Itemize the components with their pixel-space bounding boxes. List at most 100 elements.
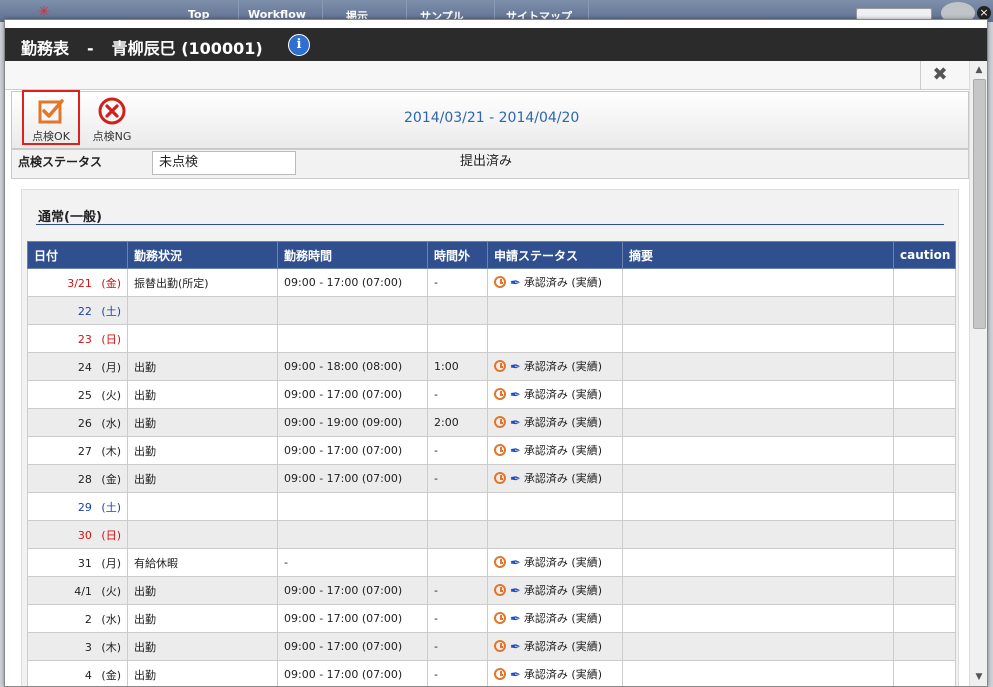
col-overtime[interactable]: 時間外 — [427, 241, 488, 269]
vertical-scrollbar[interactable]: ▲ ▼ — [969, 61, 987, 686]
overtime-cell: 2:00 — [427, 408, 488, 437]
col-date[interactable]: 日付 — [27, 241, 128, 269]
approval-pen-icon[interactable]: ✒ — [510, 556, 521, 571]
application-status-text: 承認済み (実績) — [523, 416, 602, 429]
clock-icon[interactable] — [494, 556, 506, 568]
date-weekday: (金) — [101, 472, 121, 486]
clock-icon[interactable] — [494, 584, 506, 596]
close-icon[interactable]: × — [977, 6, 991, 20]
scroll-thumb[interactable] — [973, 79, 986, 329]
clock-icon[interactable] — [494, 276, 506, 288]
approval-pen-icon[interactable]: ✒ — [510, 388, 521, 403]
remarks-cell — [622, 632, 894, 661]
table-row[interactable]: 23 (日) — [27, 324, 956, 353]
overtime-cell — [427, 520, 488, 549]
application-status-cell — [487, 324, 623, 353]
date-day: 3 — [84, 640, 92, 654]
clock-icon[interactable] — [494, 668, 506, 680]
col-application-status[interactable]: 申請ステータス — [487, 241, 623, 269]
approval-pen-icon[interactable]: ✒ — [510, 416, 521, 431]
scroll-up-icon[interactable]: ▲ — [973, 64, 985, 76]
date-weekday: (月) — [101, 556, 121, 570]
clock-icon[interactable] — [494, 388, 506, 400]
application-status-text: 承認済み (実績) — [523, 584, 602, 597]
table-row[interactable]: 28 (金) 出勤 09:00 - 17:00 (07:00) - ✒ 承認済み (実績) — [27, 464, 956, 493]
table-row[interactable]: 22 (土) — [27, 296, 956, 325]
col-work-time[interactable]: 勤務時間 — [277, 241, 428, 269]
application-status-cell: ✒ 承認済み (実績) — [487, 548, 623, 577]
section-divider — [36, 224, 944, 225]
clock-icon[interactable] — [494, 416, 506, 428]
overtime-cell: - — [427, 632, 488, 661]
approval-pen-icon[interactable]: ✒ — [510, 444, 521, 459]
date-cell: 24 (月) — [27, 352, 128, 381]
inspect-ng-button[interactable]: 点検NG — [82, 92, 142, 148]
date-cell: 4/1 (火) — [27, 576, 128, 605]
date-day: 25 — [77, 388, 92, 402]
date-weekday: (水) — [101, 416, 121, 430]
table-row[interactable]: 24 (月) 出勤 09:00 - 18:00 (08:00) 1:00 ✒ 承認済み (… — [27, 352, 956, 381]
approval-pen-icon[interactable]: ✒ — [510, 276, 521, 291]
info-icon[interactable]: i — [288, 34, 310, 56]
approval-pen-icon[interactable]: ✒ — [510, 472, 521, 487]
col-work-status[interactable]: 勤務状況 — [127, 241, 278, 269]
application-status-cell: ✒ 承認済み (実績) — [487, 408, 623, 437]
table-row[interactable]: 4 (金) 出勤 09:00 - 17:00 (07:00) - ✒ 承認済み (実績) — [27, 660, 956, 686]
table-row[interactable]: 3/21 (金) 振替出勤(所定) 09:00 - 17:00 (07:00) - ✒ 承… — [27, 268, 956, 297]
date-cell: 27 (木) — [27, 436, 128, 465]
table-row[interactable]: 30 (日) — [27, 520, 956, 549]
approval-pen-icon[interactable]: ✒ — [510, 640, 521, 655]
clock-icon[interactable] — [494, 472, 506, 484]
table-row[interactable]: 4/1 (火) 出勤 09:00 - 17:00 (07:00) - ✒ 承認済み (実績… — [27, 576, 956, 605]
title-sheet-name: 勤務表 — [21, 39, 70, 58]
clock-icon[interactable] — [494, 612, 506, 624]
table-row[interactable]: 26 (水) 出勤 09:00 - 19:00 (09:00) 2:00 ✒ 承認済み (… — [27, 408, 956, 437]
application-status-cell — [487, 520, 623, 549]
approval-pen-icon[interactable]: ✒ — [510, 360, 521, 375]
application-status-text: 承認済み (実績) — [523, 556, 602, 569]
date-day: 26 — [77, 416, 92, 430]
date-day: 23 — [77, 332, 92, 346]
caution-cell — [893, 324, 956, 353]
work-status-cell: 出勤 — [127, 464, 278, 493]
table-row[interactable]: 2 (水) 出勤 09:00 - 17:00 (07:00) - ✒ 承認済み (実績) — [27, 604, 956, 633]
dialog-title-bar: 勤務表 - 青柳辰巳 (100001) i — [5, 28, 987, 61]
approval-pen-icon[interactable]: ✒ — [510, 668, 521, 683]
table-row[interactable]: 31 (月) 有給休暇 - ✒ 承認済み (実績) — [27, 548, 956, 577]
inspect-ok-button[interactable]: 点検OK — [22, 90, 80, 145]
overtime-cell — [427, 548, 488, 577]
clock-icon[interactable] — [494, 640, 506, 652]
approval-pen-icon[interactable]: ✒ — [510, 584, 521, 599]
work-status-cell — [127, 492, 278, 521]
overtime-cell — [427, 492, 488, 521]
inspection-status-row: 点検ステータス 未点検 提出済み — [11, 149, 969, 179]
close-x-icon[interactable]: ✖ — [920, 61, 959, 89]
scroll-down-icon[interactable]: ▼ — [973, 671, 985, 683]
remarks-cell — [622, 520, 894, 549]
clock-icon[interactable] — [494, 360, 506, 372]
table-row[interactable]: 25 (火) 出勤 09:00 - 17:00 (07:00) - ✒ 承認済み (実績) — [27, 380, 956, 409]
timesheet-panel: 通常(一般) 日付 勤務状況 勤務時間 時間外 申請ステータス 摘要 cauti… — [21, 189, 959, 686]
inspect-ok-label: 点検OK — [32, 130, 70, 143]
date-cell: 22 (土) — [27, 296, 128, 325]
work-time-cell: 09:00 - 18:00 (08:00) — [277, 352, 428, 381]
application-status-text: 承認済み (実績) — [523, 668, 602, 681]
work-time-cell: 09:00 - 17:00 (07:00) — [277, 464, 428, 493]
approval-pen-icon[interactable]: ✒ — [510, 612, 521, 627]
col-remarks[interactable]: 摘要 — [622, 241, 894, 269]
remarks-cell — [622, 660, 894, 686]
remarks-cell — [622, 408, 894, 437]
date-day: 31 — [77, 556, 92, 570]
caution-cell — [893, 492, 956, 521]
table-row[interactable]: 27 (木) 出勤 09:00 - 17:00 (07:00) - ✒ 承認済み (実績) — [27, 436, 956, 465]
date-cell: 26 (水) — [27, 408, 128, 437]
clock-icon[interactable] — [494, 444, 506, 456]
overtime-cell: - — [427, 268, 488, 297]
table-row[interactable]: 29 (土) — [27, 492, 956, 521]
col-caution[interactable]: caution — [893, 241, 956, 269]
application-status-text: 承認済み (実績) — [523, 640, 602, 653]
overtime-cell: - — [427, 660, 488, 686]
date-weekday: (水) — [101, 612, 121, 626]
table-row[interactable]: 3 (木) 出勤 09:00 - 17:00 (07:00) - ✒ 承認済み (実績) — [27, 632, 956, 661]
work-time-cell — [277, 492, 428, 521]
